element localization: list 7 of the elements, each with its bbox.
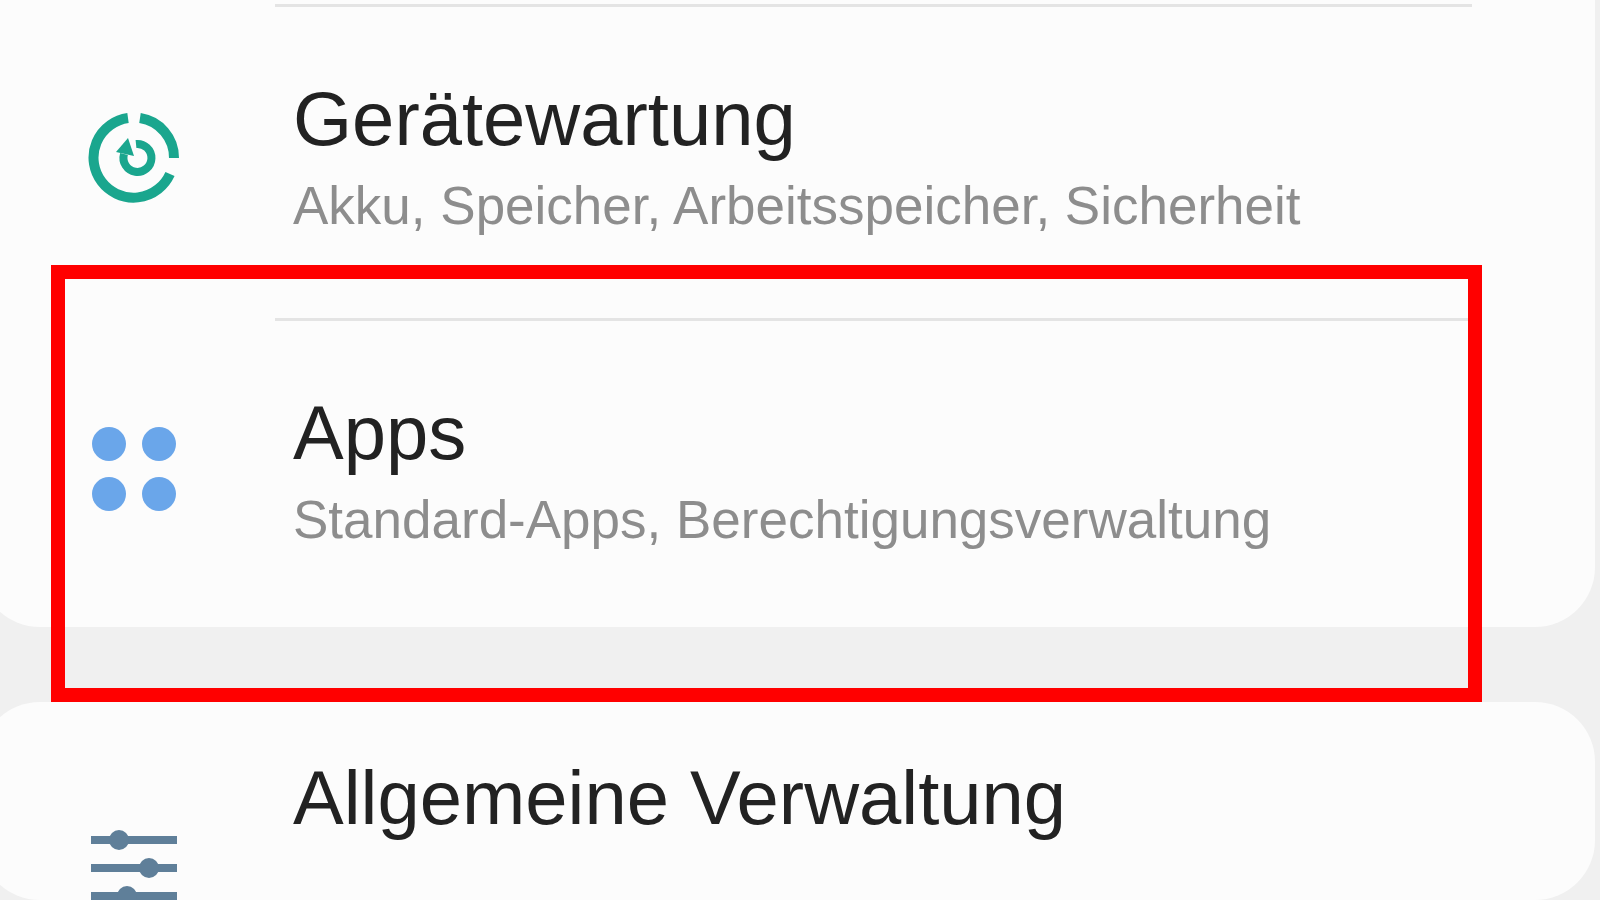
setting-summary: Standard-Apps, Berechtigungsverwaltung xyxy=(293,489,1273,552)
setting-title[interactable]: Apps xyxy=(293,389,1472,477)
setting-title[interactable]: Allgemeine Verwaltung xyxy=(293,754,1472,842)
apps-grid-icon xyxy=(90,426,177,512)
maintenance-icon xyxy=(87,112,180,204)
setting-title[interactable]: Gerätewartung xyxy=(293,75,1472,163)
setting-summary: Akku, Speicher, Arbeitsspeicher, Sicherheit xyxy=(293,175,1302,238)
